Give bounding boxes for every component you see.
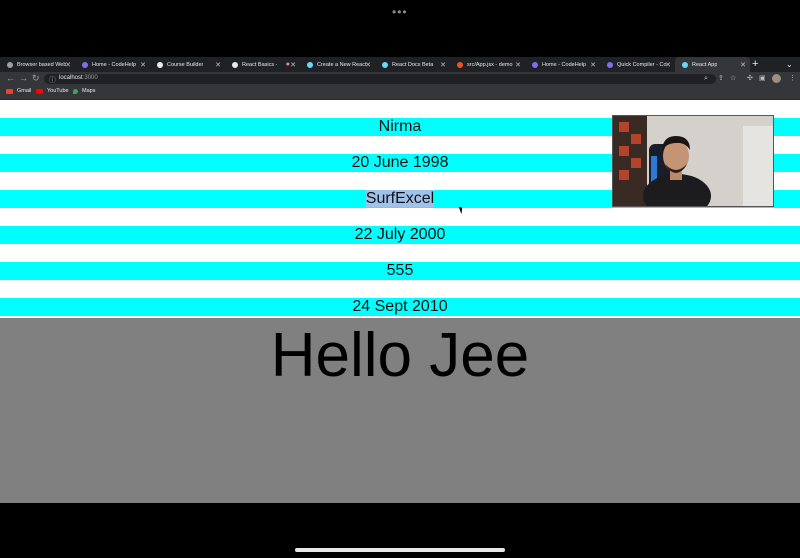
tab-label: Browser based Web bbox=[17, 61, 67, 68]
tab-label: Create a New React bbox=[317, 61, 367, 68]
bookmark-gmail[interactable]: Gmail bbox=[6, 88, 31, 94]
tab-3[interactable]: React Basics - ● ✕ bbox=[225, 57, 300, 72]
codehelp-icon bbox=[532, 61, 538, 68]
youtube-icon bbox=[36, 88, 43, 94]
reload-icon[interactable]: ↻ bbox=[32, 73, 40, 84]
list-item: 24 Sept 2010 bbox=[352, 298, 448, 315]
close-icon[interactable]: ✕ bbox=[665, 61, 671, 69]
extensions-puzzle-icon[interactable]: ✣ bbox=[747, 74, 753, 82]
zoom-icon[interactable]: ⌕ bbox=[704, 75, 708, 83]
tab-bar: Browser based Web ✕ Home - CodeHelp ✕ Co… bbox=[0, 57, 800, 72]
site-info-icon[interactable]: ⓘ bbox=[49, 75, 56, 85]
browser-toolbar: ← → ↻ ⓘ localhost:3000 ⌕ ⇪ ☆ ✣ ▣ ⋮ bbox=[0, 72, 800, 86]
list-item: 555 bbox=[386, 262, 414, 279]
react-basics-icon bbox=[232, 61, 238, 68]
bookmark-youtube[interactable]: YouTube bbox=[36, 88, 69, 94]
tab-label: React Docs Beta bbox=[392, 61, 434, 68]
tab-4[interactable]: Create a New React ✕ bbox=[300, 57, 375, 72]
codesandbox-icon bbox=[457, 61, 463, 68]
webcam-overlay bbox=[612, 115, 774, 207]
codehelp-icon bbox=[82, 61, 88, 68]
tab-2[interactable]: Course Builder ✕ bbox=[150, 57, 225, 72]
profile-avatar[interactable] bbox=[772, 74, 781, 83]
url-text: localhost:3000 bbox=[59, 75, 98, 81]
bookmark-label: Maps bbox=[82, 88, 96, 94]
tab-label: src/App.jsx - demo bbox=[467, 61, 513, 68]
tab-0[interactable]: Browser based Web ✕ bbox=[0, 57, 75, 72]
globe-icon bbox=[7, 61, 13, 68]
list-item: 22 July 2000 bbox=[354, 226, 446, 243]
tab-search-chevron-icon[interactable]: ⌄ bbox=[786, 60, 793, 69]
tab-label: Home - CodeHelp bbox=[92, 61, 137, 68]
close-icon[interactable]: ✕ bbox=[365, 61, 371, 69]
new-tab-button[interactable]: + bbox=[752, 58, 758, 70]
close-icon[interactable]: ✕ bbox=[515, 61, 521, 69]
close-icon[interactable]: ✕ bbox=[140, 61, 146, 69]
codehelp-icon bbox=[607, 61, 613, 68]
tab-label: React App bbox=[692, 61, 718, 68]
course-builder-icon bbox=[157, 61, 163, 68]
tab-5[interactable]: React Docs Beta ✕ bbox=[375, 57, 450, 72]
tab-label: Quick Compiler - Co bbox=[617, 61, 667, 68]
back-arrow-icon[interactable]: ← bbox=[6, 73, 15, 83]
tab-1[interactable]: Home - CodeHelp ✕ bbox=[75, 57, 150, 72]
home-indicator[interactable] bbox=[295, 548, 505, 552]
close-icon[interactable]: ✕ bbox=[290, 61, 296, 69]
close-icon[interactable]: ✕ bbox=[440, 61, 446, 69]
forward-arrow-icon[interactable]: → bbox=[19, 73, 28, 83]
tab-8[interactable]: Quick Compiler - Co ✕ bbox=[600, 57, 675, 72]
tab-label: Course Builder bbox=[167, 61, 204, 68]
react-icon bbox=[307, 61, 313, 68]
close-icon[interactable]: ✕ bbox=[65, 61, 71, 69]
side-panel-icon[interactable]: ▣ bbox=[759, 74, 766, 82]
gmail-icon bbox=[6, 88, 13, 94]
presenter-video bbox=[613, 116, 773, 206]
bookmark-maps[interactable]: Maps bbox=[73, 88, 95, 94]
bookmark-label: YouTube bbox=[47, 88, 69, 94]
tab-label: React Basics - bbox=[242, 61, 278, 68]
react-icon bbox=[682, 61, 688, 68]
bookmark-star-icon[interactable]: ☆ bbox=[730, 74, 736, 82]
react-icon bbox=[382, 61, 388, 68]
menu-kebab-icon[interactable]: ⋮ bbox=[789, 74, 796, 82]
tab-react-app[interactable]: React App ✕ bbox=[675, 57, 750, 72]
tab-7[interactable]: Home - CodeHelp ✕ bbox=[525, 57, 600, 72]
url-host: localhost bbox=[59, 75, 83, 81]
close-icon[interactable]: ✕ bbox=[740, 61, 746, 69]
url-port: :3000 bbox=[82, 75, 98, 81]
close-icon[interactable]: ✕ bbox=[590, 61, 596, 69]
selected-text: SurfExcel bbox=[365, 190, 435, 207]
bookmark-label: Gmail bbox=[17, 88, 32, 94]
bookmarks-bar: Gmail YouTube Maps bbox=[0, 86, 800, 100]
share-icon[interactable]: ⇪ bbox=[718, 74, 724, 82]
close-icon[interactable]: ✕ bbox=[215, 61, 221, 69]
address-bar[interactable]: ⓘ localhost:3000 ⌕ bbox=[44, 74, 716, 84]
page-heading: Hello Jee bbox=[270, 321, 530, 390]
tab-label: Home - CodeHelp bbox=[542, 61, 587, 68]
maps-icon bbox=[73, 88, 78, 94]
multitask-dots[interactable]: ••• bbox=[392, 5, 408, 19]
tab-6[interactable]: src/App.jsx - demo ✕ bbox=[450, 57, 525, 72]
